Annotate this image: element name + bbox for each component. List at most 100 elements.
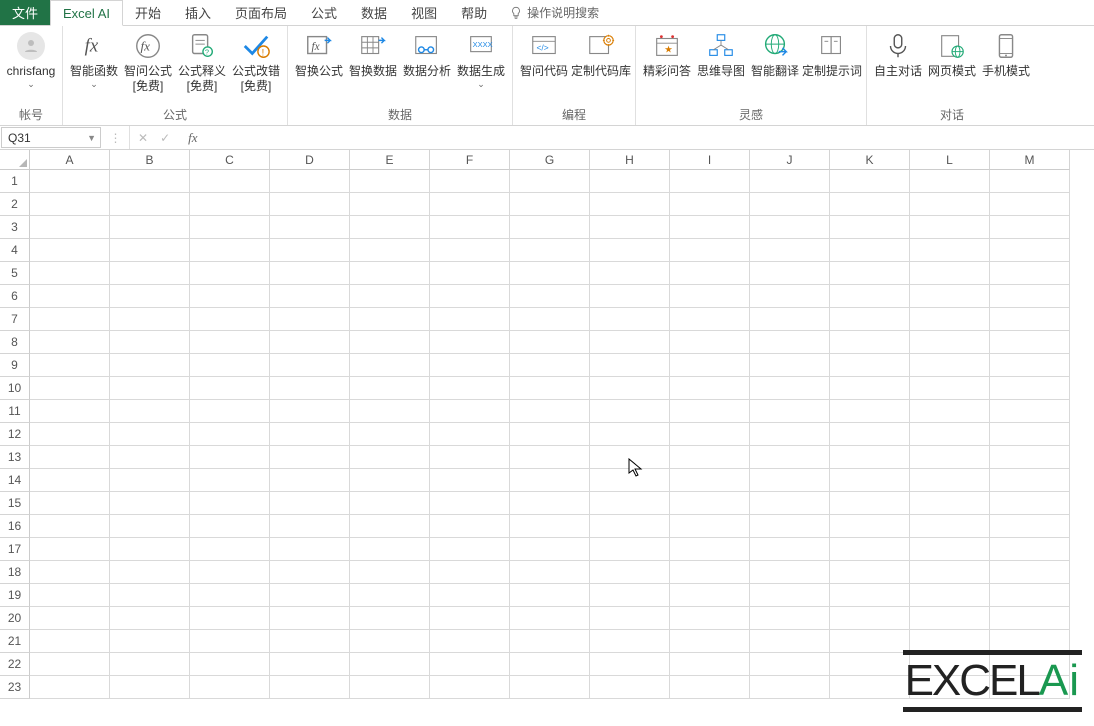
row-header[interactable]: 23 xyxy=(0,676,30,699)
row-header[interactable]: 7 xyxy=(0,308,30,331)
cell[interactable] xyxy=(750,262,830,285)
cell[interactable] xyxy=(910,469,990,492)
cell[interactable] xyxy=(830,630,910,653)
cell[interactable] xyxy=(350,170,430,193)
cell[interactable] xyxy=(30,400,110,423)
cell[interactable] xyxy=(750,354,830,377)
cell[interactable] xyxy=(270,492,350,515)
cell[interactable] xyxy=(670,561,750,584)
row-header[interactable]: 10 xyxy=(0,377,30,400)
web-mode-button[interactable]: 网页模式 xyxy=(925,28,979,81)
cell[interactable] xyxy=(990,262,1070,285)
mobile-mode-button[interactable]: 手机模式 xyxy=(979,28,1033,81)
swap-data-button[interactable]: 智换数据 xyxy=(346,28,400,81)
cell[interactable] xyxy=(190,239,270,262)
tell-me-search[interactable]: 操作说明搜索 xyxy=(499,0,609,25)
cell[interactable] xyxy=(990,170,1070,193)
tab-formulas[interactable]: 公式 xyxy=(299,0,349,25)
cell[interactable] xyxy=(270,630,350,653)
cell[interactable] xyxy=(590,400,670,423)
cell[interactable] xyxy=(830,446,910,469)
cell[interactable] xyxy=(990,607,1070,630)
cell[interactable] xyxy=(190,193,270,216)
column-header[interactable]: A xyxy=(30,150,110,170)
cell[interactable] xyxy=(110,308,190,331)
row-header[interactable]: 4 xyxy=(0,239,30,262)
cell[interactable] xyxy=(830,354,910,377)
cell[interactable] xyxy=(990,515,1070,538)
cell[interactable] xyxy=(430,676,510,699)
cell[interactable] xyxy=(430,262,510,285)
tab-file[interactable]: 文件 xyxy=(0,0,50,25)
cell[interactable] xyxy=(110,469,190,492)
cell[interactable] xyxy=(110,630,190,653)
smart-translate-button[interactable]: 智能翻译 xyxy=(748,28,802,81)
spreadsheet-grid[interactable]: A B C D E F G H I J K L M 12345678910111… xyxy=(0,150,1094,699)
cell[interactable] xyxy=(270,538,350,561)
row-header[interactable]: 2 xyxy=(0,193,30,216)
cell[interactable] xyxy=(510,377,590,400)
cell[interactable] xyxy=(350,354,430,377)
cell[interactable] xyxy=(30,561,110,584)
cell[interactable] xyxy=(670,354,750,377)
cell[interactable] xyxy=(30,515,110,538)
cell[interactable] xyxy=(350,469,430,492)
cell[interactable] xyxy=(590,331,670,354)
cell[interactable] xyxy=(910,423,990,446)
cell[interactable] xyxy=(110,423,190,446)
cell[interactable] xyxy=(830,308,910,331)
cell[interactable] xyxy=(190,331,270,354)
select-all-triangle[interactable] xyxy=(0,150,30,170)
cell[interactable] xyxy=(350,193,430,216)
cell[interactable] xyxy=(670,331,750,354)
cell[interactable] xyxy=(430,653,510,676)
column-header[interactable]: E xyxy=(350,150,430,170)
tab-page-layout[interactable]: 页面布局 xyxy=(223,0,299,25)
cell[interactable] xyxy=(750,285,830,308)
cell[interactable] xyxy=(30,262,110,285)
cell[interactable] xyxy=(830,170,910,193)
cell[interactable] xyxy=(990,446,1070,469)
cell[interactable] xyxy=(190,492,270,515)
cell[interactable] xyxy=(910,331,990,354)
row-header[interactable]: 5 xyxy=(0,262,30,285)
cell[interactable] xyxy=(350,308,430,331)
cell[interactable] xyxy=(830,515,910,538)
cell[interactable] xyxy=(350,584,430,607)
cell[interactable] xyxy=(510,584,590,607)
cell[interactable] xyxy=(190,170,270,193)
swap-formula-button[interactable]: fx 智换公式 xyxy=(292,28,346,81)
account-button[interactable]: chrisfang ⌄ xyxy=(4,28,58,92)
cell[interactable] xyxy=(830,492,910,515)
cell[interactable] xyxy=(430,446,510,469)
cell[interactable] xyxy=(750,423,830,446)
cell[interactable] xyxy=(510,607,590,630)
cell[interactable] xyxy=(590,676,670,699)
tab-data[interactable]: 数据 xyxy=(349,0,399,25)
custom-code-lib-button[interactable]: 定制代码库 xyxy=(571,28,631,81)
cell[interactable] xyxy=(510,469,590,492)
cell[interactable] xyxy=(350,423,430,446)
cell[interactable] xyxy=(190,561,270,584)
cell[interactable] xyxy=(110,262,190,285)
cell[interactable] xyxy=(430,285,510,308)
cell[interactable] xyxy=(270,469,350,492)
cell[interactable] xyxy=(350,630,430,653)
cell[interactable] xyxy=(830,400,910,423)
cell[interactable] xyxy=(30,285,110,308)
row-header[interactable]: 8 xyxy=(0,331,30,354)
column-header[interactable]: G xyxy=(510,150,590,170)
cell[interactable] xyxy=(910,607,990,630)
cell[interactable] xyxy=(590,193,670,216)
cell[interactable] xyxy=(990,285,1070,308)
cell[interactable] xyxy=(590,216,670,239)
cell[interactable] xyxy=(510,561,590,584)
cell[interactable] xyxy=(670,377,750,400)
cell[interactable] xyxy=(990,216,1070,239)
row-header[interactable]: 17 xyxy=(0,538,30,561)
column-header[interactable]: C xyxy=(190,150,270,170)
cell[interactable] xyxy=(430,377,510,400)
cell[interactable] xyxy=(190,308,270,331)
cell[interactable] xyxy=(750,584,830,607)
cell[interactable] xyxy=(430,239,510,262)
